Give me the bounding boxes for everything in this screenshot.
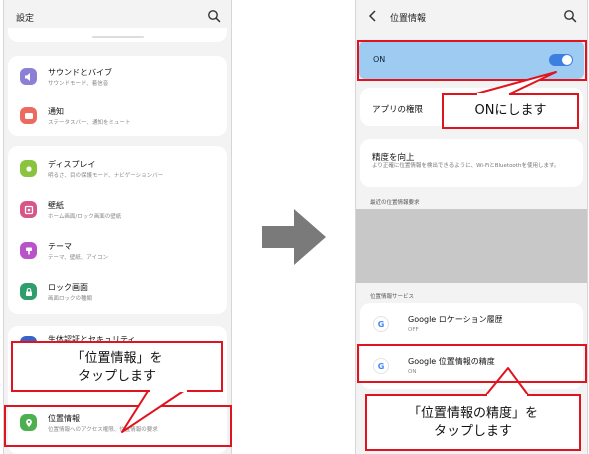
- search-icon[interactable]: [563, 9, 577, 23]
- settings-card-top: [8, 28, 227, 42]
- improve-accuracy-label: 精度を向上: [372, 153, 415, 163]
- location-highlight-box: [4, 405, 232, 447]
- settings-item-wallpaper[interactable]: 壁紙 ホーム画面/ロック画面の壁紙: [8, 193, 227, 227]
- app-permissions-label: アプリの権限: [372, 105, 424, 115]
- settings-item-sub: 画面ロックの種類: [48, 296, 93, 302]
- callout-border-segment: [187, 390, 223, 392]
- settings-item-sub: テーマ、壁紙、アイコン: [48, 255, 108, 261]
- page-title: 設定: [16, 14, 35, 24]
- settings-item-sub: 明るさ、目の保護モード、ナビゲーションバー: [48, 173, 164, 179]
- callout-border-segment: [11, 390, 150, 392]
- settings-item-label: 壁紙: [48, 201, 64, 210]
- settings-item-label: サウンドとバイブ: [48, 68, 112, 77]
- settings-item-label: ディスプレイ: [48, 160, 96, 169]
- settings-item-theme[interactable]: テーマ テーマ、壁紙、アイコン: [8, 234, 227, 268]
- settings-item-sub: サウンドモード、着信音: [48, 81, 109, 87]
- bell-icon: [20, 107, 37, 124]
- accuracy-highlight-box: [357, 344, 587, 383]
- instruction-callout-on: ONにします: [442, 93, 579, 129]
- settings-item-label: 通知: [48, 107, 64, 116]
- settings-item-notifications[interactable]: 通知 ステータスバー、通知をミュート: [8, 99, 227, 133]
- settings-item-label: ロック画面: [48, 283, 88, 292]
- settings-card-display: ディスプレイ 明るさ、目の保護モード、ナビゲーションバー 壁紙 ホーム画面/ロッ…: [8, 146, 227, 314]
- recent-requests-header: 最近の位置情報要求: [370, 200, 420, 206]
- service-google-location-history[interactable]: G Google ロケーション履歴 OFF: [360, 305, 583, 345]
- callout-line-2: タップします: [77, 368, 156, 384]
- callout-line-1: 「位置情報の精度」を: [407, 405, 538, 421]
- settings-item-display[interactable]: ディスプレイ 明るさ、目の保護モード、ナビゲーションバー: [8, 152, 227, 186]
- settings-card-sound: サウンドとバイブ サウンドモード、着信音 通知 ステータスバー、通知をミュート: [8, 56, 227, 136]
- lock-icon: [20, 283, 37, 300]
- google-logo-icon: G: [374, 317, 388, 331]
- settings-item-label: テーマ: [48, 242, 72, 251]
- callout-gap: [477, 93, 509, 95]
- toggle-highlight-box: [357, 40, 587, 81]
- arrow-right-icon: [262, 209, 326, 265]
- settings-item-sub: ステータスバー、通知をミュート: [48, 120, 131, 126]
- page-title: 位置情報: [390, 14, 427, 24]
- scroll-indicator: [92, 36, 144, 38]
- services-header: 位置情報サービス: [370, 294, 415, 300]
- improve-accuracy-sub: より正確に位置情報を検出できるように、Wi-FiとBluetoothを使用します…: [372, 163, 560, 169]
- image-icon: [20, 201, 37, 218]
- settings-item-sub: ホーム画面/ロック画面の壁紙: [48, 214, 122, 220]
- settings-item-lockscreen[interactable]: ロック画面 画面ロックの種類: [8, 275, 227, 309]
- improve-accuracy-card[interactable]: 精度を向上 より正確に位置情報を検出できるように、Wi-FiとBluetooth…: [360, 139, 583, 187]
- instruction-callout-location: 「位置情報」を タップします: [11, 341, 223, 392]
- callout-line-1: ONにします: [474, 103, 547, 118]
- service-status: OFF: [408, 327, 419, 333]
- search-icon[interactable]: [207, 9, 221, 23]
- back-arrow-icon[interactable]: [368, 10, 378, 22]
- callout-line-2: タップします: [433, 423, 512, 439]
- recent-requests-area: [356, 209, 587, 283]
- location-header: 位置情報: [356, 0, 587, 34]
- speaker-icon: [20, 68, 37, 85]
- callout-line-1: 「位置情報」を: [71, 350, 163, 366]
- callout-gap: [487, 394, 527, 396]
- settings-item-sound[interactable]: サウンドとバイブ サウンドモード、着信音: [8, 60, 227, 94]
- sun-icon: [20, 160, 37, 177]
- instruction-callout-accuracy: 「位置情報の精度」を タップします: [365, 394, 581, 451]
- service-label: Google ロケーション履歴: [408, 315, 503, 324]
- brush-icon: [20, 242, 37, 259]
